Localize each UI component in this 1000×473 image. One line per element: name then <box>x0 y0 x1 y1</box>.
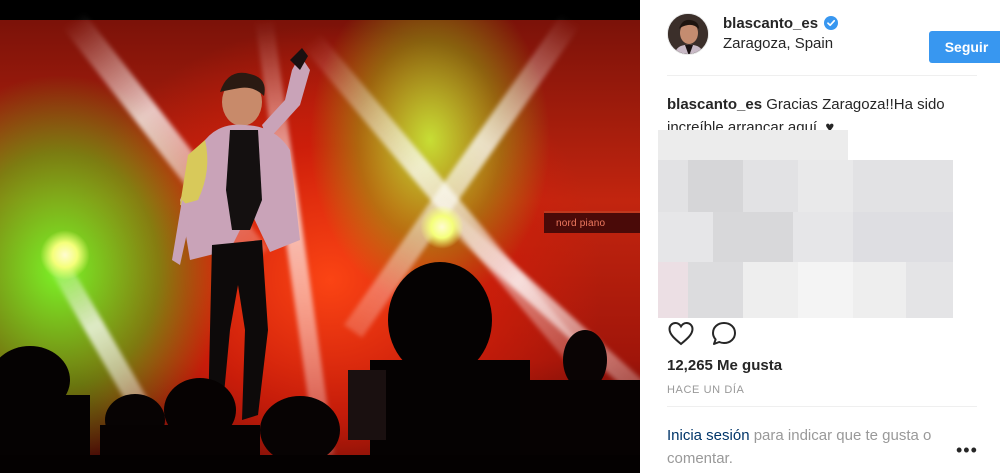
pixel-block <box>713 212 793 262</box>
stage-spotlight <box>40 230 90 280</box>
footer-divider <box>667 406 977 407</box>
pixel-block <box>906 262 953 318</box>
stage-spotlight <box>420 205 464 249</box>
comment-bubble-icon[interactable] <box>710 320 738 348</box>
post-header: blascanto_es Zaragoza, Spain Seguir <box>667 13 1000 63</box>
header-divider <box>667 75 977 76</box>
post-side-panel: blascanto_es Zaragoza, Spain Seguir blas… <box>640 0 1000 473</box>
pixel-block <box>658 262 688 318</box>
pixel-block <box>798 160 853 212</box>
username-link[interactable]: blascanto_es <box>723 15 818 32</box>
verified-badge-icon <box>824 16 838 30</box>
pixel-block <box>658 130 848 160</box>
pixel-block <box>688 262 743 318</box>
keyboard-brand-label: nord piano <box>556 218 606 229</box>
pixel-block <box>798 262 853 318</box>
post-actions <box>667 320 787 350</box>
stage-keyboard: nord piano <box>544 211 640 233</box>
caption-username[interactable]: blascanto_es <box>667 96 762 113</box>
pixel-block <box>853 212 953 262</box>
location-link[interactable]: Zaragoza, Spain <box>723 35 833 52</box>
login-prompt: Inicia sesión para indicar que te gusta … <box>667 424 957 470</box>
more-options-icon[interactable]: ••• <box>956 440 978 461</box>
post-timestamp[interactable]: HACE UN DÍA <box>667 384 745 396</box>
performer-figure <box>172 48 310 420</box>
likes-count[interactable]: 12,265 Me gusta <box>667 357 782 374</box>
heart-icon[interactable] <box>667 320 695 348</box>
follow-button[interactable]: Seguir <box>929 31 1000 63</box>
avatar[interactable] <box>667 13 709 55</box>
avatar-image <box>668 14 708 54</box>
pixel-block <box>688 160 743 212</box>
post-photo[interactable]: nord piano <box>0 0 640 473</box>
login-link[interactable]: Inicia sesión <box>667 427 750 444</box>
pixelated-comments-region <box>658 130 958 322</box>
